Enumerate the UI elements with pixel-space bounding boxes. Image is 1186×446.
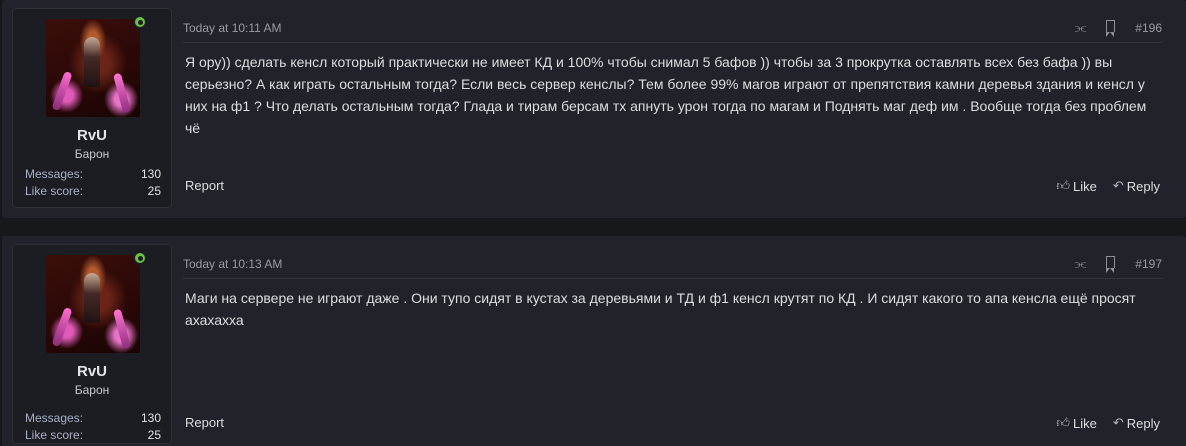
share-icon[interactable]: ⫘ [1075,256,1087,271]
post-header-tools: ⫘ #196 [1075,20,1162,37]
thumbs-up-icon: 👍︎ [1056,415,1070,430]
bookmark-icon[interactable] [1105,20,1116,37]
like-score-stat: Like score: 25 [25,184,161,198]
messages-label: Messages: [25,411,84,425]
post-body: Маги на сервере не играют даже . Они туп… [185,290,1136,328]
header-divider [183,42,1162,43]
report-link[interactable]: Report [185,415,224,430]
like-button[interactable]: 👍︎ Like [1056,178,1096,194]
post-timestamp[interactable]: Today at 10:13 AM [183,257,282,271]
reply-button[interactable]: ↶ Reply [1113,415,1160,431]
like-label: Like [1072,178,1097,194]
post-header-tools: ⫘ #197 [1075,256,1162,273]
bookmark-icon[interactable] [1105,256,1116,273]
messages-stat: Messages: 130 [25,411,161,425]
share-icon[interactable]: ⫘ [1075,20,1087,35]
user-title: Барон [74,383,110,397]
reply-label: Reply [1126,178,1160,194]
avatar[interactable] [46,255,140,353]
reply-arrow-icon: ↶ [1112,415,1124,430]
avatar[interactable] [46,19,140,117]
online-status-icon [133,251,147,265]
post-timestamp[interactable]: Today at 10:11 AM [183,21,282,35]
username-link[interactable]: RvU [13,127,171,144]
message-post: RvU Барон Messages: 130 Like score: 25 T… [2,236,1186,446]
report-link[interactable]: Report [185,178,224,193]
reply-arrow-icon: ↶ [1112,178,1124,193]
online-status-icon [133,15,147,29]
username-link[interactable]: RvU [13,363,171,380]
messages-label: Messages: [25,167,84,181]
messages-count: 130 [140,411,161,425]
like-button[interactable]: 👍︎ Like [1056,415,1096,431]
like-score-stat: Like score: 25 [25,428,161,442]
reply-button[interactable]: ↶ Reply [1113,178,1160,194]
like-label: Like [1072,415,1097,431]
message-post: RvU Барон Messages: 130 Like score: 25 T… [2,0,1186,218]
reply-label: Reply [1126,415,1160,431]
user-title: Барон [74,147,110,161]
header-divider [183,278,1162,279]
messages-count: 130 [140,167,161,181]
like-score-label: Like score: [25,184,84,198]
thumbs-up-icon: 👍︎ [1056,178,1070,193]
like-score-count: 25 [147,184,161,198]
like-score-count: 25 [147,428,161,442]
user-card: RvU Барон Messages: 130 Like score: 25 [12,8,172,208]
post-actions: 👍︎ Like ↶ Reply [1056,415,1160,431]
post-number-link[interactable]: #196 [1135,21,1162,35]
post-actions: 👍︎ Like ↶ Reply [1056,178,1160,194]
like-score-label: Like score: [25,428,84,442]
post-number-link[interactable]: #197 [1135,257,1162,271]
user-card: RvU Барон Messages: 130 Like score: 25 [12,244,172,444]
messages-stat: Messages: 130 [25,167,161,181]
post-body: Я ору)) сделать кенсл который практическ… [185,54,1147,136]
